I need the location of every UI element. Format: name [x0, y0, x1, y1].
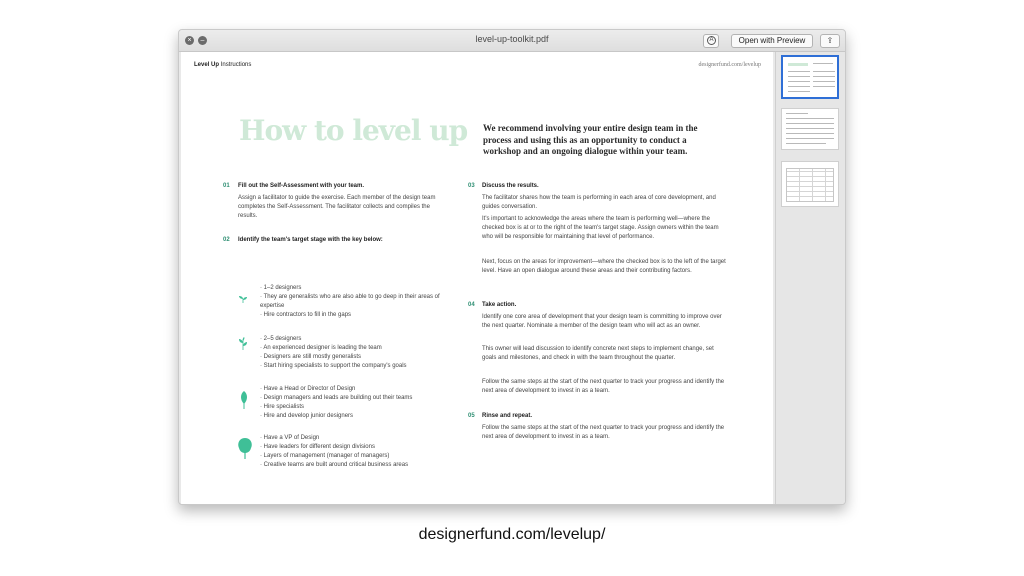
list-item: An experienced designer is leading the t…: [260, 344, 450, 353]
stage-4-list: Have a VP of Design Have leaders for dif…: [260, 434, 450, 470]
preview-window: × – level-up-toolkit.pdf A Open with Pre…: [178, 29, 846, 505]
step-04-number: 04: [468, 302, 475, 308]
tree-icon: [238, 438, 252, 459]
seedling-icon: [239, 337, 247, 350]
list-item: Hire specialists: [260, 403, 450, 412]
step-05-number: 05: [468, 413, 475, 419]
doc-brand: Level Up Instructions: [194, 62, 251, 68]
page-thumbnail-1[interactable]: [781, 55, 839, 99]
step-01-title: Fill out the Self-Assessment with your t…: [238, 183, 365, 189]
intro-paragraph: We recommend involving your entire desig…: [483, 123, 698, 156]
stage-2-list: 2–5 designers An experienced designer is…: [260, 335, 450, 371]
pdf-page[interactable]: Level Up Instructions designerfund.com/l…: [181, 52, 773, 504]
list-item: Creative teams are built around critical…: [260, 461, 450, 470]
list-item: They are generalists who are also able t…: [260, 293, 450, 311]
step-05-title: Rinse and repeat.: [482, 413, 533, 419]
open-with-preview-button[interactable]: Open with Preview: [731, 34, 813, 48]
brand-subtitle: Instructions: [220, 62, 252, 68]
list-item: Hire contractors to fill in the gaps: [260, 311, 450, 320]
step-02-title: Identify the team's target stage with th…: [238, 237, 383, 243]
step-03-title: Discuss the results.: [482, 183, 539, 189]
page-thumbnail-2[interactable]: [781, 108, 839, 150]
list-item: Start hiring specialists to support the …: [260, 362, 450, 371]
markup-icon: A: [707, 36, 716, 45]
brand-name: Level Up: [194, 62, 220, 68]
step-04-paragraph-3: Follow the same steps at the start of th…: [482, 379, 725, 394]
title-bar: × – level-up-toolkit.pdf A Open with Pre…: [179, 30, 845, 52]
list-item: Layers of management (manager of manager…: [260, 452, 450, 461]
step-05-paragraph-1: Follow the same steps at the start of th…: [482, 425, 725, 440]
list-item: Have a Head or Director of Design: [260, 385, 450, 394]
step-04-title: Take action.: [482, 302, 517, 308]
list-item: Designers are still mostly generalists: [260, 353, 450, 362]
list-item: Have a VP of Design: [260, 434, 450, 443]
step-04-paragraph-2: This owner will lead discussion to ident…: [482, 346, 714, 361]
table-thumbnail: [786, 168, 834, 202]
step-03-paragraph-3: Next, focus on the areas for improvement…: [482, 259, 726, 274]
step-01-number: 01: [223, 183, 230, 189]
stage-1-list: 1–2 designers They are generalists who a…: [260, 284, 450, 320]
doc-header-url: designerfund.com/levelup: [698, 62, 761, 68]
step-04-paragraph-1: Identify one core area of development th…: [482, 314, 722, 329]
list-item: Design managers and leads are building o…: [260, 394, 450, 403]
step-03-number: 03: [468, 183, 475, 189]
share-button[interactable]: ⇪: [820, 34, 840, 48]
share-icon: ⇪: [826, 36, 834, 45]
step-02-number: 02: [223, 237, 230, 243]
sapling-icon: [241, 391, 247, 409]
list-item: 2–5 designers: [260, 335, 450, 344]
page-thumbnail-3[interactable]: [781, 161, 839, 207]
markup-button[interactable]: A: [703, 34, 719, 48]
stage-3-list: Have a Head or Director of Design Design…: [260, 385, 450, 421]
step-03-paragraph-1: The facilitator shares how the team is p…: [482, 195, 716, 210]
caption-url: designerfund.com/levelup/: [418, 526, 606, 543]
step-03-paragraph-2: It's important to acknowledge the areas …: [482, 216, 719, 240]
thumbnail-sidebar: [775, 52, 845, 504]
list-item: 1–2 designers: [260, 284, 450, 293]
page-headline: How to level up: [239, 114, 468, 147]
sprout-icon: [239, 296, 247, 303]
list-item: Hire and develop junior designers: [260, 412, 450, 421]
step-01-body: Assign a facilitator to guide the exerci…: [238, 195, 436, 219]
list-item: Have leaders for different design divisi…: [260, 443, 450, 452]
